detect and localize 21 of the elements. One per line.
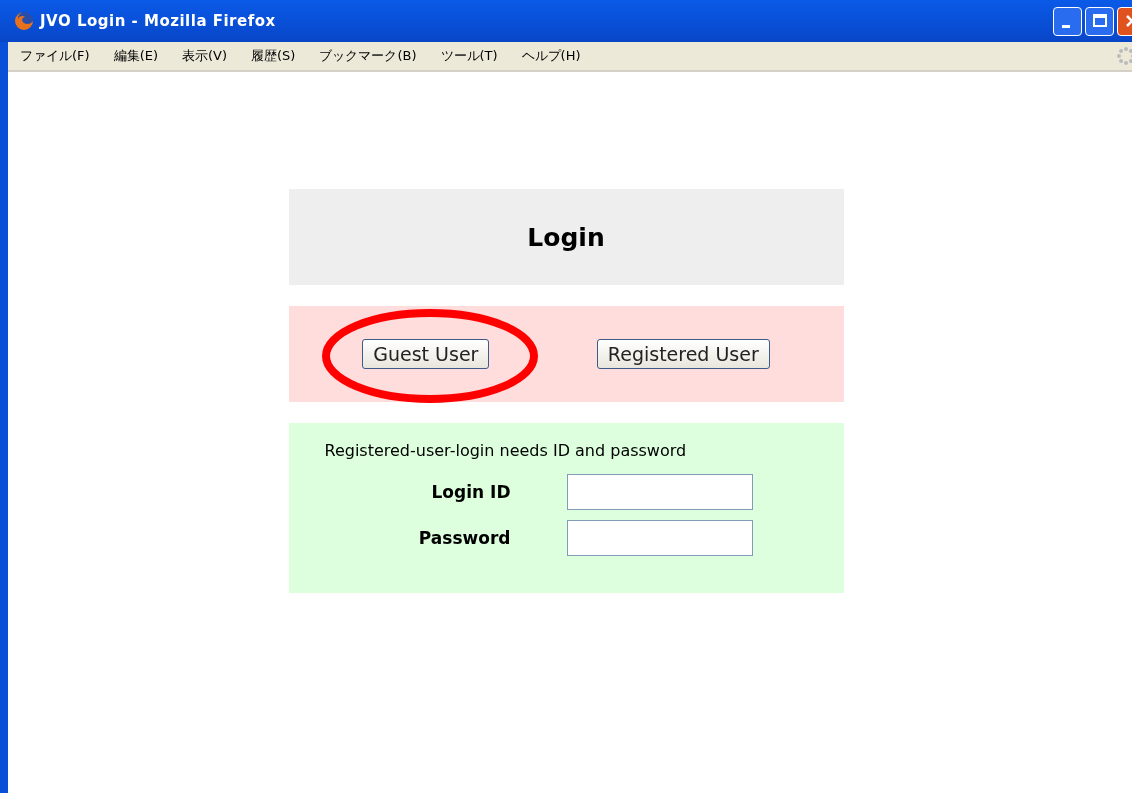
login-button[interactable]: Guest User [362,339,490,369]
field-label: Password [417,528,511,548]
menu-item[interactable]: 履歴(S) [251,47,296,65]
login-note: Registered-user-login needs ID and password [324,441,688,460]
menu-item[interactable]: ヘルプ(H) [521,47,581,65]
menu-item[interactable]: 表示(V) [182,47,228,65]
login-button[interactable]: Registered User [596,339,770,369]
minimize-button[interactable] [1053,6,1082,36]
loading-icon [1116,46,1132,66]
menu-item[interactable]: ツール(T) [440,47,498,65]
browser-logo-icon [14,11,34,31]
menu-item[interactable]: ブックマーク(B) [319,47,417,65]
field-label: Login ID [430,482,511,502]
menu-item[interactable]: 編集(E) [113,47,158,65]
minimize-icon [1061,24,1070,28]
maximize-button[interactable] [1085,6,1114,36]
window-title: JVO Login - Mozilla Firefox [40,12,276,30]
input-field[interactable] [566,520,753,556]
input-field[interactable] [566,474,753,510]
menu-item[interactable]: ファイル(F) [20,47,90,65]
login-title: Login [527,222,605,252]
